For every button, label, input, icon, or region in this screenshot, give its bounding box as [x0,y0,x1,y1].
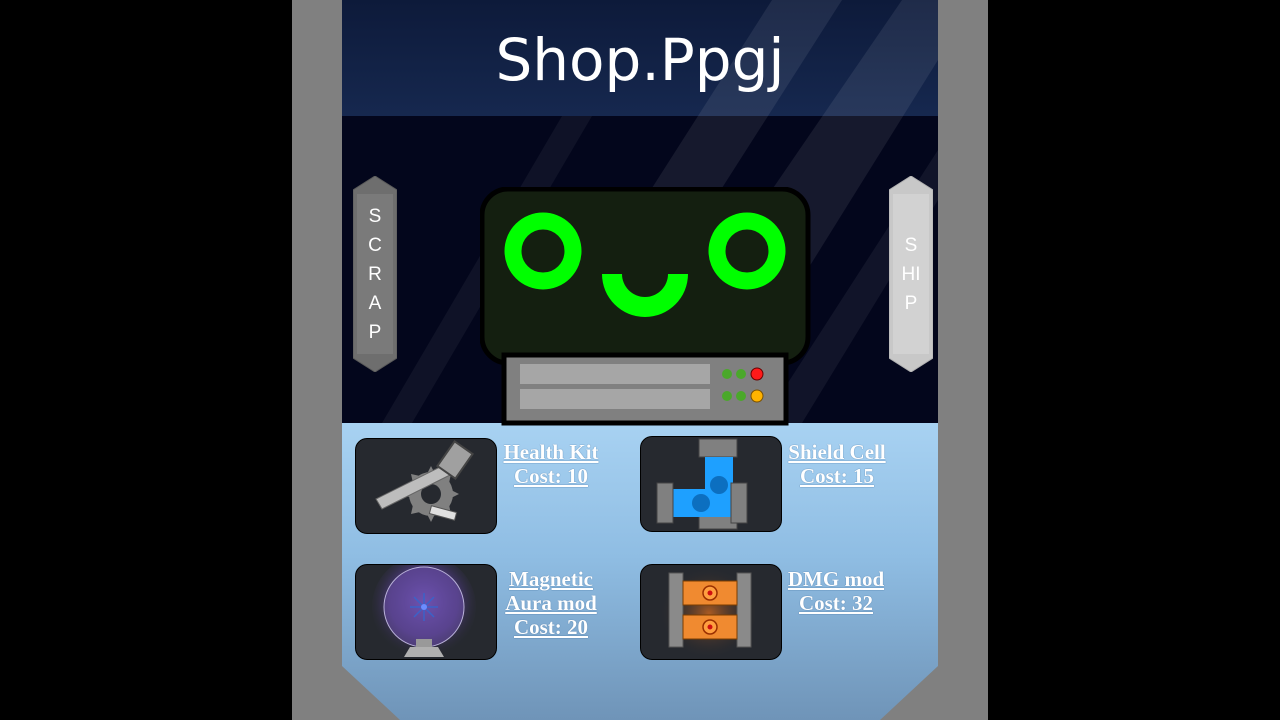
item-cost: Cost: 32 [798,591,874,615]
right-frame [938,0,988,720]
item-name: DMG mod [787,567,885,591]
ship-button[interactable]: SHIP [889,176,933,372]
item-label-shield-cell[interactable]: Shield Cell Cost: 15 [781,440,893,488]
item-card-health-kit[interactable] [355,438,497,534]
shop-header: Shop.Ppgj [342,0,938,116]
item-cost: Cost: 15 [799,464,875,488]
item-card-shield-cell[interactable] [640,436,782,532]
item-cost: Cost: 10 [513,464,589,488]
shield-cell-icon [656,438,748,530]
item-name: Health Kit [503,440,599,464]
item-card-dmg-mod[interactable] [640,564,782,660]
robot-shopkeeper [480,187,811,426]
bottom-right-corner-decoration [880,666,938,720]
damage-core-icon [659,567,759,659]
left-frame [292,0,342,720]
item-label-magnetic-aura-mod[interactable]: Magnetic Aura mod Cost: 20 [495,567,607,639]
item-name: Shield Cell [788,440,886,464]
item-name-line-2: Aura mod [505,591,597,615]
item-cost: Cost: 20 [513,615,589,639]
item-label-dmg-mod[interactable]: DMG mod Cost: 32 [780,567,892,615]
magnetic-orb-icon [372,565,476,659]
bottom-left-corner-decoration [342,666,400,720]
shop-title: Shop.Ppgj [495,26,785,94]
scrap-button[interactable]: SCRAP [353,176,397,372]
item-card-magnetic-aura-mod[interactable] [355,564,497,660]
item-label-health-kit[interactable]: Health Kit Cost: 10 [495,440,607,488]
scrap-button-label: SCRAP [368,205,382,343]
item-name-line-1: Magnetic [509,567,593,591]
ship-button-label: SHIP [901,234,921,314]
repair-saw-icon [375,440,475,522]
